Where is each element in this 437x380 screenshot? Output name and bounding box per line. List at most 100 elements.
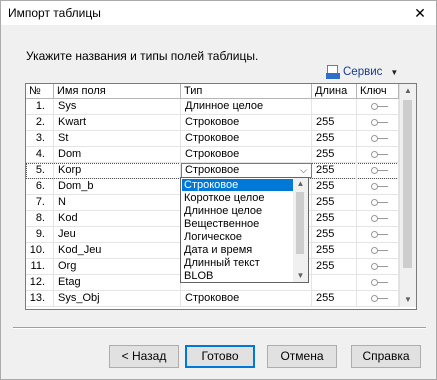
- field-type-cell[interactable]: Строковое: [181, 131, 312, 147]
- key-icon[interactable]: [371, 151, 389, 158]
- key-cell[interactable]: [357, 147, 399, 163]
- close-icon[interactable]: ✕: [404, 1, 436, 25]
- help-button[interactable]: Справка: [351, 345, 421, 368]
- column-header-key[interactable]: Ключ: [357, 84, 399, 98]
- table-row[interactable]: 1. Sys Длинное целое: [26, 99, 399, 115]
- field-length-cell[interactable]: 255: [312, 163, 357, 179]
- dropdown-scroll-up-icon[interactable]: ▲: [293, 178, 308, 190]
- key-icon[interactable]: [371, 199, 389, 206]
- key-cell[interactable]: [357, 99, 399, 115]
- dropdown-option[interactable]: Длинный текст: [182, 257, 293, 269]
- field-type-cell[interactable]: Строковое: [181, 115, 312, 131]
- column-header-number[interactable]: №: [26, 84, 54, 98]
- key-cell[interactable]: [357, 179, 399, 195]
- table-row[interactable]: 4. Dom Строковое 255: [26, 147, 399, 163]
- chevron-down-icon[interactable]: ⌵: [296, 164, 311, 177]
- key-cell[interactable]: [357, 115, 399, 131]
- row-number[interactable]: 8.: [26, 211, 54, 227]
- field-name-cell[interactable]: Etag: [54, 275, 181, 291]
- field-name-cell[interactable]: Kod: [54, 211, 181, 227]
- dropdown-option[interactable]: Строковое: [182, 179, 293, 191]
- row-number[interactable]: 12.: [26, 275, 54, 291]
- dropdown-option[interactable]: BLOB: [182, 270, 293, 282]
- type-dropdown-list[interactable]: Строковое Короткое целое Длинное целое Веще…: [180, 177, 309, 283]
- row-number[interactable]: 11.: [26, 259, 54, 275]
- field-name-cell[interactable]: Sys_Obj: [54, 291, 181, 307]
- column-header-length[interactable]: Длина: [312, 84, 357, 98]
- field-length-cell[interactable]: 255: [312, 243, 357, 259]
- key-icon[interactable]: [371, 247, 389, 254]
- field-length-cell[interactable]: 255: [312, 291, 357, 307]
- row-number[interactable]: 5.: [26, 163, 54, 179]
- row-number[interactable]: 9.: [26, 227, 54, 243]
- field-length-cell[interactable]: 255: [312, 179, 357, 195]
- field-name-cell[interactable]: Org: [54, 259, 181, 275]
- key-cell[interactable]: [357, 227, 399, 243]
- dropdown-option[interactable]: Вещественное: [182, 218, 293, 230]
- field-name-cell[interactable]: Sys: [54, 99, 181, 115]
- done-button[interactable]: Готово: [185, 345, 255, 368]
- key-cell[interactable]: [357, 291, 399, 307]
- row-number[interactable]: 10.: [26, 243, 54, 259]
- back-button[interactable]: < Назад: [109, 345, 179, 368]
- row-number[interactable]: 7.: [26, 195, 54, 211]
- field-name-cell[interactable]: N: [54, 195, 181, 211]
- key-icon[interactable]: [371, 263, 389, 270]
- row-number[interactable]: 2.: [26, 115, 54, 131]
- dropdown-option[interactable]: Длинное целое: [182, 205, 293, 217]
- key-icon[interactable]: [371, 215, 389, 222]
- row-number[interactable]: 3.: [26, 131, 54, 147]
- field-length-cell[interactable]: 255: [312, 211, 357, 227]
- key-cell[interactable]: [357, 195, 399, 211]
- field-type-cell[interactable]: Строковое: [181, 147, 312, 163]
- field-name-cell[interactable]: Dom: [54, 147, 181, 163]
- column-header-field-name[interactable]: Имя поля: [54, 84, 181, 98]
- dropdown-scrollbar[interactable]: ▲ ▼: [293, 178, 308, 282]
- field-length-cell[interactable]: [312, 275, 357, 291]
- cancel-button[interactable]: Отмена: [267, 345, 337, 368]
- key-cell[interactable]: [357, 163, 399, 179]
- field-name-cell[interactable]: Kwart: [54, 115, 181, 131]
- dropdown-option[interactable]: Короткое целое: [182, 192, 293, 204]
- grid-vertical-scrollbar[interactable]: ▲ ▼: [399, 84, 416, 307]
- key-cell[interactable]: [357, 131, 399, 147]
- row-number[interactable]: 1.: [26, 99, 54, 115]
- field-length-cell[interactable]: 255: [312, 195, 357, 211]
- field-length-cell[interactable]: 255: [312, 131, 357, 147]
- key-icon[interactable]: [371, 279, 389, 286]
- row-number[interactable]: 13.: [26, 291, 54, 307]
- table-row[interactable]: 13. Sys_Obj Строковое 255: [26, 291, 399, 307]
- field-length-cell[interactable]: 255: [312, 147, 357, 163]
- key-icon[interactable]: [371, 167, 389, 174]
- key-cell[interactable]: [357, 243, 399, 259]
- key-cell[interactable]: [357, 275, 399, 291]
- dropdown-scroll-thumb[interactable]: [296, 192, 304, 254]
- field-name-cell[interactable]: Kod_Jeu: [54, 243, 181, 259]
- key-icon[interactable]: [371, 295, 389, 302]
- key-cell[interactable]: [357, 211, 399, 227]
- field-length-cell[interactable]: 255: [312, 115, 357, 131]
- dropdown-scroll-down-icon[interactable]: ▼: [293, 270, 308, 282]
- field-name-cell[interactable]: Dom_b: [54, 179, 181, 195]
- field-name-cell[interactable]: Korp: [54, 163, 181, 179]
- key-icon[interactable]: [371, 119, 389, 126]
- type-combobox[interactable]: Строковое ⌵: [181, 163, 312, 178]
- field-length-cell[interactable]: [312, 99, 357, 115]
- scroll-thumb[interactable]: [403, 100, 412, 268]
- key-icon[interactable]: [371, 183, 389, 190]
- field-type-cell[interactable]: Длинное целое: [181, 99, 312, 115]
- dropdown-option[interactable]: Дата и время: [182, 244, 293, 256]
- field-length-cell[interactable]: 255: [312, 227, 357, 243]
- row-number[interactable]: 4.: [26, 147, 54, 163]
- table-row[interactable]: 3. St Строковое 255: [26, 131, 399, 147]
- key-icon[interactable]: [371, 231, 389, 238]
- field-type-cell[interactable]: Строковое: [181, 291, 312, 307]
- row-number[interactable]: 6.: [26, 179, 54, 195]
- service-menu-button[interactable]: Сервис ▼: [326, 64, 398, 80]
- dropdown-option[interactable]: Логическое: [182, 231, 293, 243]
- key-icon[interactable]: [371, 135, 389, 142]
- table-row[interactable]: 2. Kwart Строковое 255: [26, 115, 399, 131]
- key-icon[interactable]: [371, 103, 389, 110]
- key-cell[interactable]: [357, 259, 399, 275]
- field-name-cell[interactable]: Jeu: [54, 227, 181, 243]
